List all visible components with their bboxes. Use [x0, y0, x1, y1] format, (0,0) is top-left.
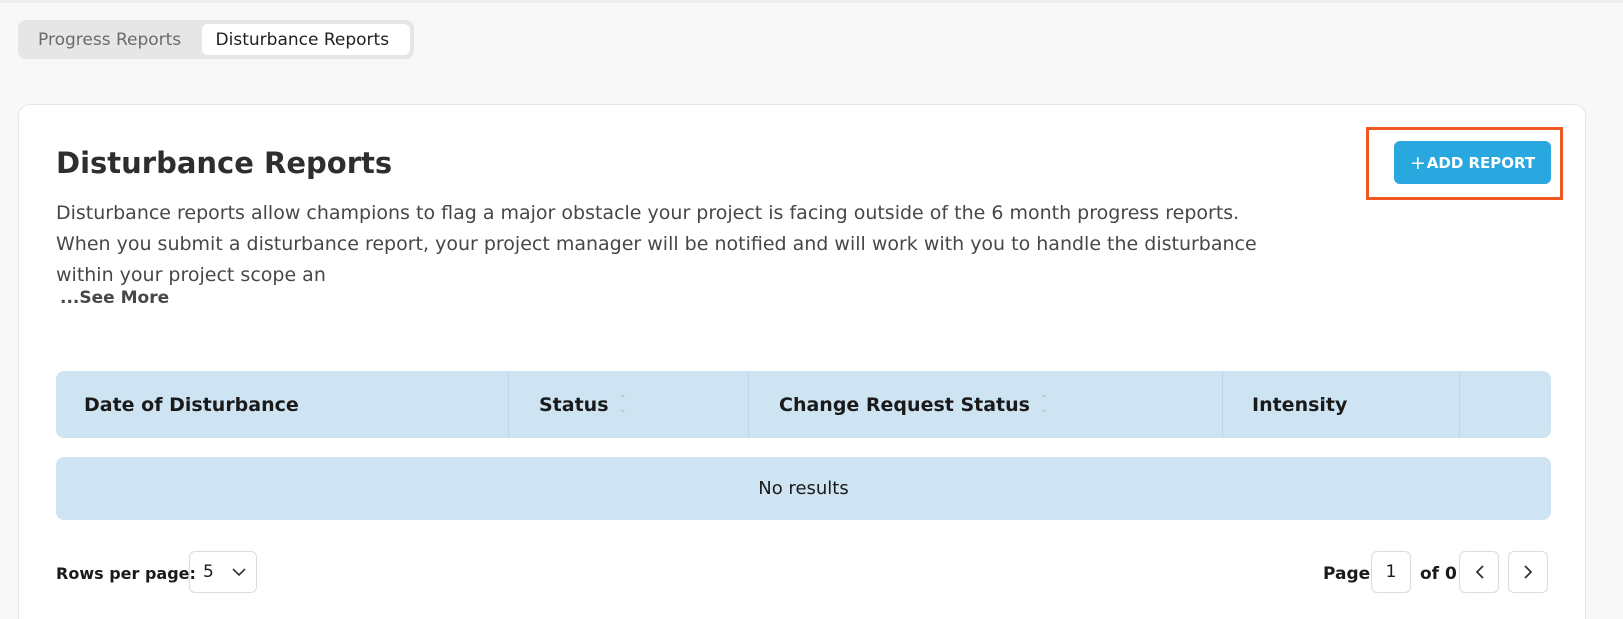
rows-per-page-value: 5 [203, 562, 214, 582]
sort-icon[interactable]: ⌃ ⌄ [619, 394, 627, 415]
column-label: Intensity [1252, 393, 1348, 416]
previous-page-button[interactable] [1459, 551, 1499, 593]
chevron-down-icon [232, 567, 246, 576]
chevron-left-icon [1475, 565, 1484, 579]
plus-icon: + [1409, 151, 1426, 174]
rows-per-page-select[interactable]: 5 [189, 551, 257, 593]
column-label: Change Request Status [779, 393, 1030, 416]
description: Disturbance reports allow champions to f… [56, 202, 1257, 286]
add-report-button[interactable]: + ADD REPORT [1394, 141, 1551, 184]
top-divider [0, 0, 1623, 3]
page-title: Disturbance Reports [56, 146, 393, 180]
sort-icon[interactable]: ⌃ ⌄ [1040, 394, 1048, 415]
add-report-label: ADD REPORT [1426, 153, 1536, 172]
chevron-right-icon [1523, 565, 1532, 579]
column-label: Status [539, 393, 609, 416]
table-header: Date of Disturbance Status ⌃ ⌄ Change Req… [56, 371, 1551, 438]
tab-disturbance-reports[interactable]: Disturbance Reports [201, 24, 410, 55]
rows-per-page-label: Rows per page: [56, 564, 196, 583]
column-actions [1460, 371, 1551, 438]
report-tabs: Progress Reports Disturbance Reports [18, 20, 414, 59]
column-intensity: Intensity [1223, 371, 1460, 438]
tab-progress-reports[interactable]: Progress Reports [22, 24, 202, 55]
column-change-request-status[interactable]: Change Request Status ⌃ ⌄ [749, 371, 1223, 438]
column-status[interactable]: Status ⌃ ⌄ [509, 371, 749, 438]
page-total-label: of 0 [1420, 564, 1457, 584]
column-label: Date of Disturbance [84, 393, 299, 416]
see-more-link[interactable]: ...See More [60, 288, 169, 308]
next-page-button[interactable] [1508, 551, 1548, 593]
column-date-of-disturbance: Date of Disturbance [56, 371, 509, 438]
page-label: Page [1323, 564, 1371, 584]
empty-table-message: No results [56, 457, 1551, 520]
page-number-input[interactable]: 1 [1371, 551, 1411, 593]
disturbance-reports-card: Disturbance Reports Disturbance reports … [18, 104, 1586, 619]
